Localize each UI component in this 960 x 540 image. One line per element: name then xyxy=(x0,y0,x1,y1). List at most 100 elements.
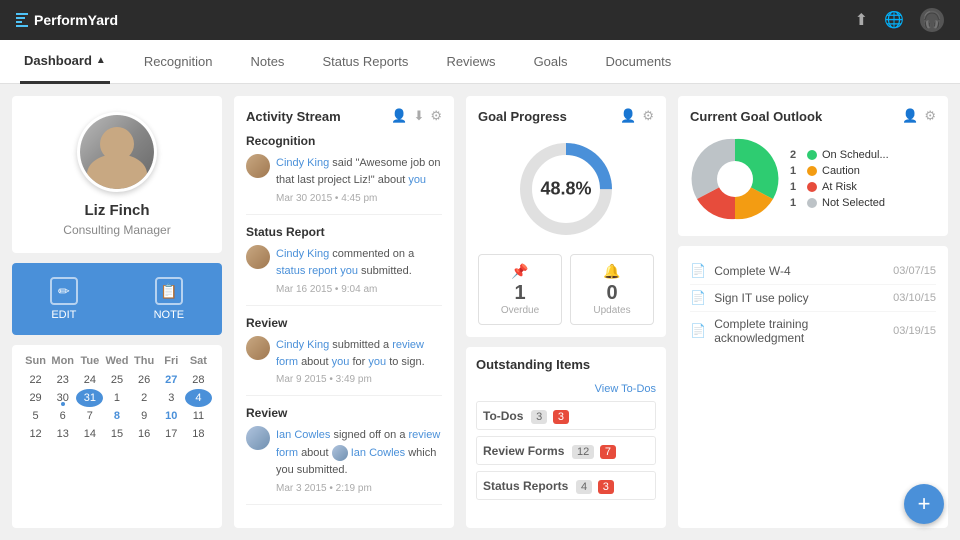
cal-day[interactable]: 12 xyxy=(22,425,49,443)
activity-type-label: Recognition xyxy=(246,134,442,148)
cal-day-today[interactable]: 31 xyxy=(76,389,103,407)
settings-icon[interactable]: ⚙ xyxy=(924,108,936,124)
cal-day[interactable]: 9 xyxy=(131,407,158,425)
note-button[interactable]: 📋 NOTE xyxy=(154,277,185,321)
activity-person-link[interactable]: Cindy King xyxy=(276,248,329,260)
cal-day[interactable]: 15 xyxy=(103,425,130,443)
todo-text-1: Complete W-4 xyxy=(714,264,885,278)
doc-icon-3: 📄 xyxy=(690,323,706,339)
edit-icon: ✏ xyxy=(50,277,78,305)
activity-avatar xyxy=(246,154,270,178)
activity-person-link[interactable]: Cindy King xyxy=(276,157,329,169)
cal-day[interactable]: 22 xyxy=(22,371,49,389)
cal-day[interactable]: 28 xyxy=(185,371,212,389)
activity-text: Cindy King commented on a status report … xyxy=(276,248,414,277)
activity-ref-link2[interactable]: Ian Cowles xyxy=(351,447,405,459)
cal-day[interactable]: 11 xyxy=(185,407,212,425)
cal-day[interactable]: 2 xyxy=(131,389,158,407)
goal-progress-card: Goal Progress 👤 ⚙ 48.8% xyxy=(466,96,666,337)
activity-avatar xyxy=(246,245,270,269)
pie-chart xyxy=(690,134,780,224)
activity-text: Cindy King submitted a review form about… xyxy=(276,339,425,368)
avatar xyxy=(77,112,157,192)
updates-label: Updates xyxy=(579,305,645,316)
cal-day[interactable]: 30 xyxy=(49,389,76,407)
todo-item-1: 📄 Complete W-4 03/07/15 xyxy=(690,258,936,285)
nav-goals[interactable]: Goals xyxy=(530,40,572,84)
cal-day[interactable]: 16 xyxy=(131,425,158,443)
activity-person-link[interactable]: Cindy King xyxy=(276,339,329,351)
overdue-label: Overdue xyxy=(487,305,553,316)
person-icon[interactable]: 👤 xyxy=(620,108,636,124)
cal-day[interactable]: 6 xyxy=(49,407,76,425)
goal-outlook-icons: 👤 ⚙ xyxy=(902,108,936,124)
cal-day[interactable]: 26 xyxy=(131,371,158,389)
nav-documents[interactable]: Documents xyxy=(602,40,676,84)
activity-content: Cindy King submitted a review form about… xyxy=(246,336,442,386)
cal-day[interactable]: 18 xyxy=(185,425,212,443)
donut-center: 48.8% xyxy=(540,179,591,200)
green-dot xyxy=(807,150,817,160)
nav-status-reports[interactable]: Status Reports xyxy=(318,40,412,84)
cal-day[interactable]: 5 xyxy=(22,407,49,425)
activity-header: Activity Stream 👤 ⬇ ⚙ xyxy=(246,108,442,124)
cal-day[interactable]: 1 xyxy=(103,389,130,407)
updates-count: 0 xyxy=(579,282,645,305)
stats-row: 📌 1 Overdue 🔔 0 Updates xyxy=(478,254,654,325)
activity-avatar xyxy=(246,426,270,450)
status-reports-category: Status Reports 4 3 xyxy=(476,471,656,500)
profile-card: Liz Finch Consulting Manager xyxy=(12,96,222,253)
todo-date-2: 03/10/15 xyxy=(893,292,936,304)
legend-not-selected: 1 Not Selected xyxy=(790,197,889,209)
cal-day[interactable]: 14 xyxy=(76,425,103,443)
cal-day[interactable]: 3 xyxy=(158,389,185,407)
gray-dot xyxy=(807,198,817,208)
fab-button[interactable]: + xyxy=(904,484,944,524)
status-reports-count: 4 xyxy=(576,480,592,494)
nav-notes[interactable]: Notes xyxy=(246,40,288,84)
cal-day[interactable]: 29 xyxy=(22,389,49,407)
todos-label: To-Dos xyxy=(483,409,523,423)
settings-icon[interactable]: ⚙ xyxy=(430,108,442,124)
headphones-icon[interactable]: 🎧 xyxy=(920,8,944,32)
nav-recognition[interactable]: Recognition xyxy=(140,40,217,84)
cal-day[interactable]: 25 xyxy=(103,371,130,389)
cal-day[interactable]: 8 xyxy=(103,407,130,425)
cal-day[interactable]: 24 xyxy=(76,371,103,389)
cal-day[interactable]: 17 xyxy=(158,425,185,443)
activity-ref-link[interactable]: you xyxy=(408,174,426,186)
person-icon[interactable]: 👤 xyxy=(391,108,407,124)
view-todos-link[interactable]: View To-Dos xyxy=(595,383,656,395)
cal-day[interactable]: 7 xyxy=(76,407,103,425)
logo-icon xyxy=(16,13,28,27)
activity-ref-link2[interactable]: you xyxy=(332,356,350,368)
overdue-count: 1 xyxy=(487,282,553,305)
cal-day[interactable]: 27 xyxy=(158,371,185,389)
cal-day[interactable]: 13 xyxy=(49,425,76,443)
download-icon[interactable]: ⬇ xyxy=(413,108,424,124)
outstanding-header: Outstanding Items xyxy=(476,357,656,372)
cal-day[interactable]: 4 xyxy=(185,389,212,407)
activity-person-link[interactable]: Ian Cowles xyxy=(276,429,330,441)
goal-outlook-header: Current Goal Outlook 👤 ⚙ xyxy=(690,108,936,124)
activity-content: Ian Cowles signed off on a review form a… xyxy=(246,426,442,493)
legend-caution-label: Caution xyxy=(822,165,860,177)
activity-ref-link3[interactable]: you xyxy=(368,356,386,368)
upload-person-icon[interactable]: ⬆ xyxy=(855,10,868,30)
edit-button[interactable]: ✏ EDIT xyxy=(50,277,78,321)
nav-arrow: ▲ xyxy=(96,55,106,66)
activity-ref-link1[interactable]: status report xyxy=(276,265,337,277)
cal-day[interactable]: 10 xyxy=(158,407,185,425)
bell-icon: 🔔 xyxy=(579,263,645,280)
review-forms-count: 12 xyxy=(572,445,594,459)
legend-at-risk-label: At Risk xyxy=(822,181,857,193)
settings-icon[interactable]: ⚙ xyxy=(642,108,654,124)
todo-item-3: 📄 Complete training acknowledgment 03/19… xyxy=(690,312,936,350)
todos-count: 3 xyxy=(531,410,547,424)
nav-reviews[interactable]: Reviews xyxy=(442,40,499,84)
activity-ref-link2[interactable]: you xyxy=(340,265,358,277)
cal-day[interactable]: 23 xyxy=(49,371,76,389)
globe-icon[interactable]: 🌐 xyxy=(884,10,904,30)
nav-dashboard[interactable]: Dashboard ▲ xyxy=(20,40,110,84)
person-icon[interactable]: 👤 xyxy=(902,108,918,124)
